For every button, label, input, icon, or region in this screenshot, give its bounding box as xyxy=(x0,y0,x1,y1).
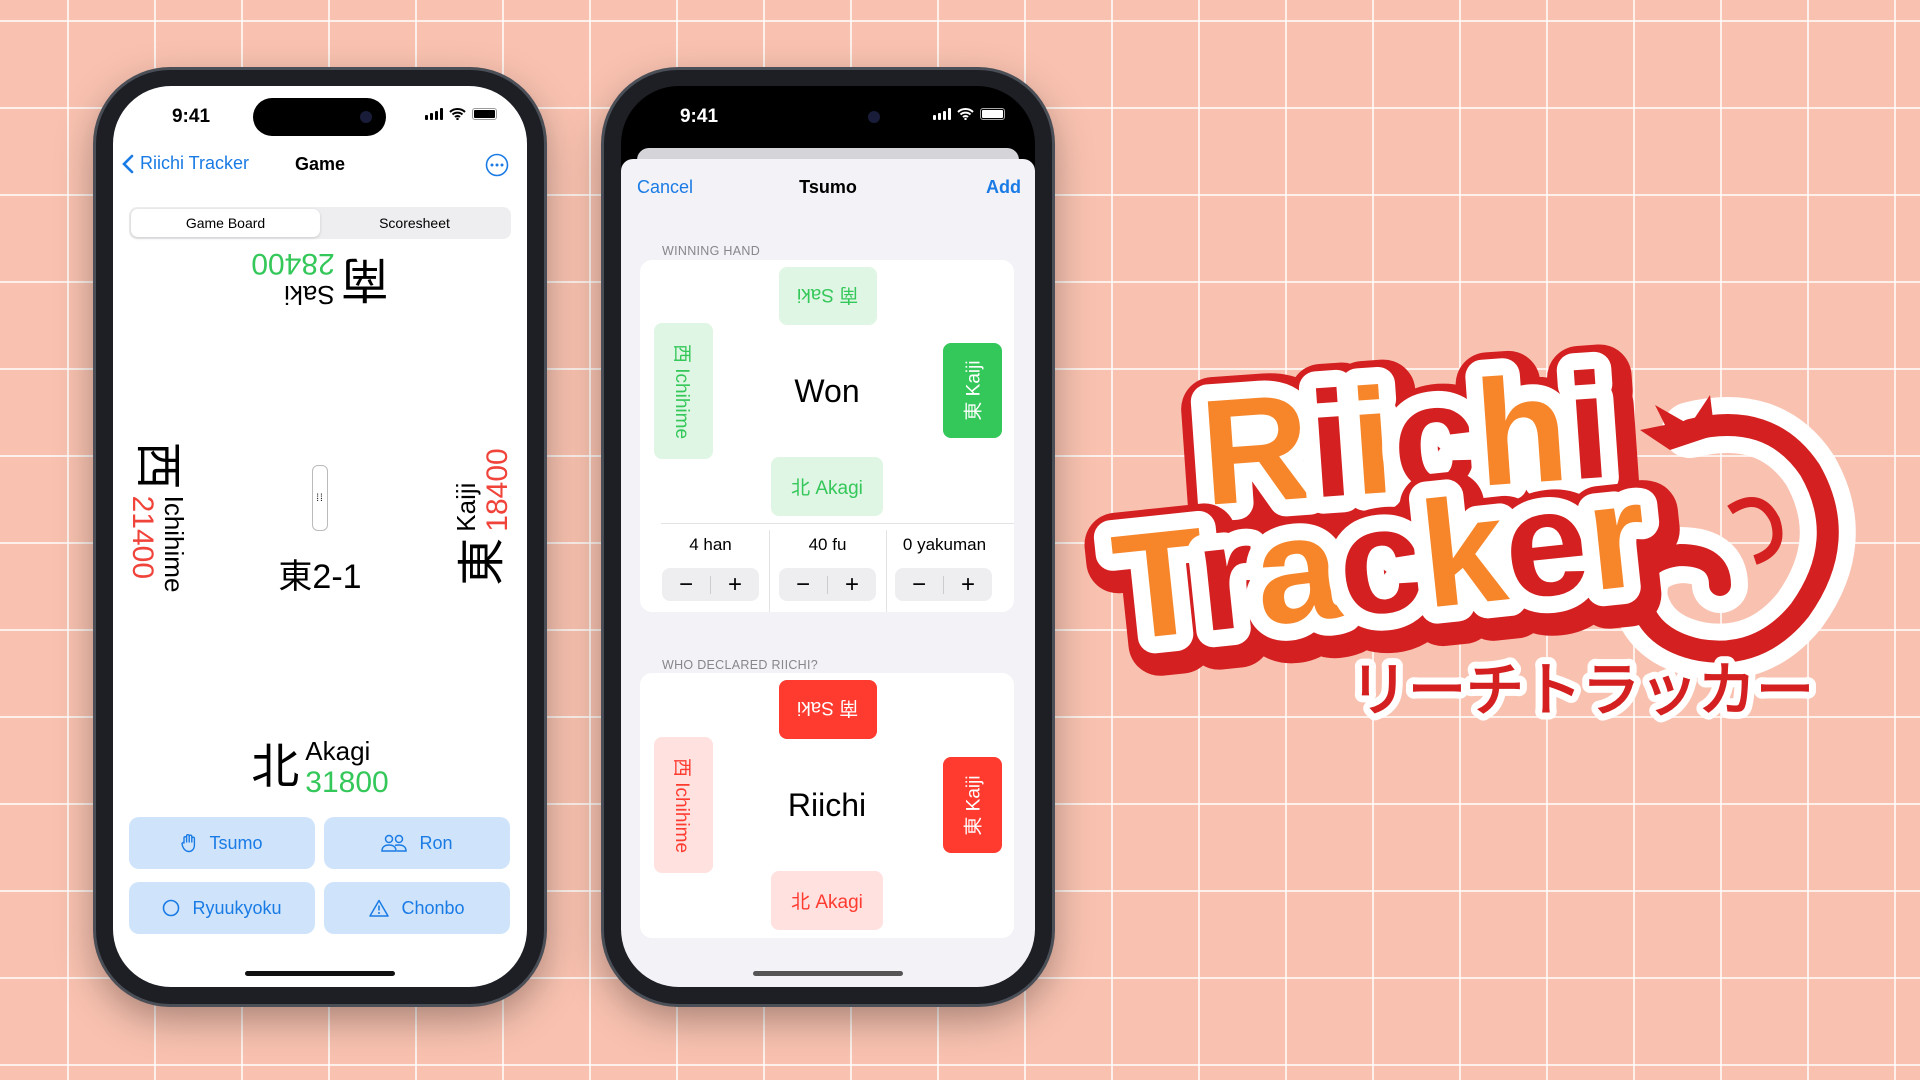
signal-icon xyxy=(933,108,951,120)
status-time: 9:41 xyxy=(171,106,211,127)
phone-tsumo-sheet: 9:41 Cancel Tsumo Add WINNING HAND 南 Sak… xyxy=(604,70,1052,1004)
tile-label: 北 Akagi xyxy=(791,478,863,499)
ryuukyoku-button[interactable]: Ryuukyoku xyxy=(129,882,315,934)
status-time: 9:41 xyxy=(679,106,719,127)
warning-triangle-icon xyxy=(369,899,390,917)
player-points: 31800 xyxy=(305,765,389,799)
wifi-icon xyxy=(449,108,466,120)
tab-game-board[interactable]: Game Board xyxy=(131,209,320,237)
wind-label: 南 xyxy=(340,252,389,305)
circle-icon xyxy=(163,899,180,917)
fu-decrement-button[interactable]: − xyxy=(779,568,827,601)
player-name: Kaiji xyxy=(451,482,482,532)
logo-katakana: リーチトラッカー xyxy=(1350,658,1814,723)
tile-label: 南 Saki xyxy=(797,697,859,718)
tsumo-screen: 9:41 Cancel Tsumo Add WINNING HAND 南 Sak… xyxy=(621,86,1035,987)
tsumo-label: Tsumo xyxy=(209,832,263,853)
tab-scoresheet[interactable]: Scoresheet xyxy=(320,209,509,237)
ryuukyoku-label: Ryuukyoku xyxy=(192,897,282,918)
riichi-tile-north[interactable]: 北 Akagi xyxy=(771,871,883,930)
people-icon xyxy=(381,834,408,852)
more-ellipsis-icon[interactable] xyxy=(485,153,509,177)
riichi-tracker-logo: RiichiRiichiTrackerTrackerリーチトラッカー xyxy=(1080,340,1856,730)
fu-value: 40 fu xyxy=(808,535,847,554)
han-increment-button[interactable]: + xyxy=(711,568,759,601)
round-indicator: 東2-1 xyxy=(278,558,362,596)
winning-hand-header: WINNING HAND xyxy=(662,244,761,258)
riichi-stick-icon: ⁞⁞ xyxy=(312,465,328,531)
riichi-card: 南 Saki 西 Ichihime 東 Kaiji 北 Akagi Riichi xyxy=(640,673,1014,938)
dynamic-island xyxy=(253,98,386,136)
wind-label: 西 xyxy=(131,441,184,490)
logo-line-tracker: Tracker xyxy=(1106,449,1654,672)
player-points: 28400 xyxy=(251,247,335,281)
home-indicator[interactable] xyxy=(245,971,395,976)
han-stepper: − + xyxy=(662,568,759,601)
chonbo-button[interactable]: Chonbo xyxy=(324,882,510,934)
player-name: Saki xyxy=(284,279,335,310)
nav-bar: Riichi Tracker Game xyxy=(113,150,527,180)
wifi-icon xyxy=(957,108,974,120)
riichi-header: WHO DECLARED RIICHI? xyxy=(662,658,819,672)
won-label: Won xyxy=(794,373,860,409)
seat-north[interactable]: 北 Akagi 31800 xyxy=(251,737,388,799)
home-indicator[interactable] xyxy=(753,971,903,976)
sheet-title: Tsumo xyxy=(799,177,857,197)
riichi-tile-south[interactable]: 南 Saki xyxy=(779,680,877,739)
tsumo-button[interactable]: Tsumo xyxy=(129,817,315,869)
status-icons xyxy=(933,108,1005,120)
seat-south[interactable]: 南 Saki 28400 xyxy=(251,247,389,310)
chonbo-label: Chonbo xyxy=(401,897,465,918)
dragon-icon xyxy=(1611,395,1856,680)
yakuman-value: 0 yakuman xyxy=(902,535,987,554)
view-segmented-control: Game Board Scoresheet xyxy=(129,207,511,239)
tile-label: 北 Akagi xyxy=(791,892,863,913)
winner-tile-north[interactable]: 北 Akagi xyxy=(771,457,883,516)
dynamic-island xyxy=(761,98,894,136)
player-name: Akagi xyxy=(305,736,371,767)
han-decrement-button[interactable]: − xyxy=(662,568,710,601)
tile-label: 南 Saki xyxy=(797,283,859,305)
fu-stepper: − + xyxy=(779,568,876,601)
han-value: 4 han xyxy=(689,535,732,554)
battery-icon xyxy=(980,108,1005,120)
player-points: 18400 xyxy=(480,448,514,532)
add-button[interactable]: Add xyxy=(986,177,1021,198)
game-screen: 9:41 Riichi Tracker Game Game Board Scor… xyxy=(113,86,527,987)
ron-label: Ron xyxy=(419,832,453,853)
ron-button[interactable]: Ron xyxy=(324,817,510,869)
status-icons xyxy=(425,108,497,120)
winner-tile-south[interactable]: 南 Saki xyxy=(779,267,877,325)
yakuman-increment-button[interactable]: + xyxy=(944,568,992,601)
winning-hand-card: 南 Saki 西 Ichihime 東 Kaiji 北 Akagi Won 4 … xyxy=(640,260,1014,612)
yakuman-decrement-button[interactable]: − xyxy=(895,568,943,601)
riichi-label: Riichi xyxy=(787,787,867,823)
page-title: Game xyxy=(294,154,346,174)
yakuman-stepper: − + xyxy=(895,568,992,601)
wind-label: 北 xyxy=(251,741,300,794)
signal-icon xyxy=(425,108,443,120)
fu-increment-button[interactable]: + xyxy=(828,568,876,601)
hand-raised-icon xyxy=(181,834,196,853)
battery-icon xyxy=(472,108,497,120)
phone-game-board: 9:41 Riichi Tracker Game Game Board Scor… xyxy=(96,70,544,1004)
divider xyxy=(661,523,1014,524)
